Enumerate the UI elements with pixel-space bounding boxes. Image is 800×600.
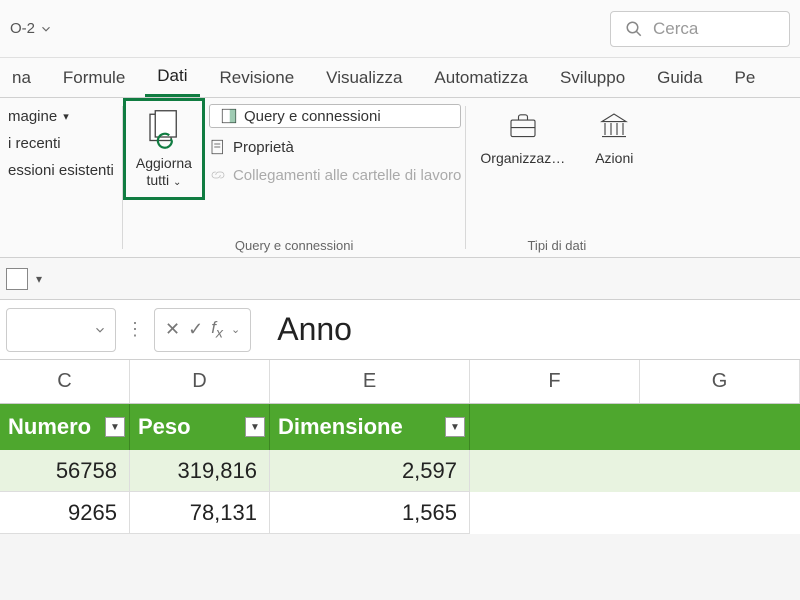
cancel-button[interactable]: ✕ (165, 319, 180, 340)
chevron-down-icon (39, 22, 53, 36)
header-peso[interactable]: Peso ▼ (130, 404, 270, 450)
organization-type-button[interactable]: Organizzaz… (480, 108, 565, 166)
briefcase-icon (505, 108, 541, 144)
tab-dati[interactable]: Dati (145, 58, 199, 97)
qat-button[interactable] (6, 268, 28, 290)
chevron-down-icon: ▾ (63, 110, 69, 123)
chevron-down-icon: ⌄ (173, 177, 181, 188)
tab-sviluppo[interactable]: Sviluppo (548, 60, 637, 96)
refresh-all-button[interactable]: Aggiorna tutti ⌄ (123, 98, 205, 200)
cell[interactable]: 9265 (0, 492, 130, 534)
fx-button[interactable]: fx (211, 318, 223, 341)
spreadsheet: C D E F G Numero ▼ Peso ▼ Dimensione ▼ 5… (0, 360, 800, 534)
tab-automatizza[interactable]: Automatizza (422, 60, 540, 96)
workbook-links-button: Collegamenti alle cartelle di lavoro (209, 166, 461, 184)
formula-bar: ⋮ ✕ ✓ fx ⌄ Anno (0, 300, 800, 360)
tab-partial-left[interactable]: na (0, 60, 43, 96)
titlebar: O-2 Cerca (0, 0, 800, 58)
bank-icon (596, 108, 632, 144)
ribbon: magine▾ i recenti essioni esistenti Aggi… (0, 98, 800, 258)
queries-connections-button[interactable]: Query e connessioni (209, 104, 461, 128)
col-header-e[interactable]: E (270, 360, 470, 403)
col-header-g[interactable]: G (640, 360, 800, 403)
tab-visualizza[interactable]: Visualizza (314, 60, 414, 96)
cell[interactable]: 319,816 (130, 450, 270, 492)
tab-guida[interactable]: Guida (645, 60, 714, 96)
formula-controls: ✕ ✓ fx ⌄ (154, 308, 251, 352)
search-box[interactable]: Cerca (610, 11, 790, 47)
refresh-label-2: tutti (146, 172, 169, 188)
link-icon (209, 166, 227, 184)
search-icon (625, 20, 643, 38)
refresh-icon (143, 109, 185, 151)
cell[interactable]: 78,131 (130, 492, 270, 534)
filter-dropdown-icon[interactable]: ▼ (105, 417, 125, 437)
col-header-c[interactable]: C (0, 360, 130, 403)
confirm-button[interactable]: ✓ (188, 319, 203, 340)
col-header-d[interactable]: D (130, 360, 270, 403)
recent-sources-item[interactable]: i recenti (8, 135, 61, 152)
types-group-label: Tipi di dati (527, 232, 586, 253)
pane-icon (220, 107, 238, 125)
tab-partial-right[interactable]: Pe (723, 60, 768, 96)
properties-icon (209, 138, 227, 156)
filter-dropdown-icon[interactable]: ▼ (445, 417, 465, 437)
tab-formule[interactable]: Formule (51, 60, 137, 96)
document-name[interactable]: O-2 (10, 20, 53, 37)
table-row: 9265 78,131 1,565 (0, 492, 800, 534)
existing-connections-item[interactable]: essioni esistenti (8, 162, 114, 179)
chevron-down-icon (93, 323, 107, 337)
col-header-f[interactable]: F (470, 360, 640, 403)
ribbon-tabs: na Formule Dati Revisione Visualizza Aut… (0, 58, 800, 98)
cell[interactable]: 1,565 (270, 492, 470, 534)
qat-dropdown[interactable]: ▾ (36, 272, 42, 286)
column-headers: C D E F G (0, 360, 800, 404)
get-data-group: magine▾ i recenti essioni esistenti (0, 98, 122, 257)
cell[interactable]: 56758 (0, 450, 130, 492)
doc-name-text: O-2 (10, 20, 35, 37)
table-header-row: Numero ▼ Peso ▼ Dimensione ▼ (0, 404, 800, 450)
from-image-item[interactable]: magine▾ (8, 108, 69, 125)
formula-input[interactable]: Anno (259, 311, 352, 348)
filter-dropdown-icon[interactable]: ▼ (245, 417, 265, 437)
chevron-down-icon[interactable]: ⌄ (231, 323, 240, 336)
refresh-label-1: Aggiorna (136, 155, 192, 172)
stocks-type-button[interactable]: Azioni (595, 108, 633, 166)
header-dimensione[interactable]: Dimensione ▼ (270, 404, 470, 450)
cell[interactable]: 2,597 (270, 450, 470, 492)
separator-dots: ⋮ (124, 319, 146, 340)
search-placeholder: Cerca (653, 19, 698, 39)
data-types-group: Organizzaz… Azioni (466, 98, 647, 166)
quick-access-bar: ▾ (0, 258, 800, 300)
query-group-label: Query e connessioni (235, 232, 354, 253)
queries-group: Query e connessioni Proprietà Collegamen… (205, 98, 465, 200)
table-row: 56758 319,816 2,597 (0, 450, 800, 492)
tab-revisione[interactable]: Revisione (208, 60, 307, 96)
properties-button[interactable]: Proprietà (209, 138, 461, 156)
name-box[interactable] (6, 308, 116, 352)
header-numero[interactable]: Numero ▼ (0, 404, 130, 450)
